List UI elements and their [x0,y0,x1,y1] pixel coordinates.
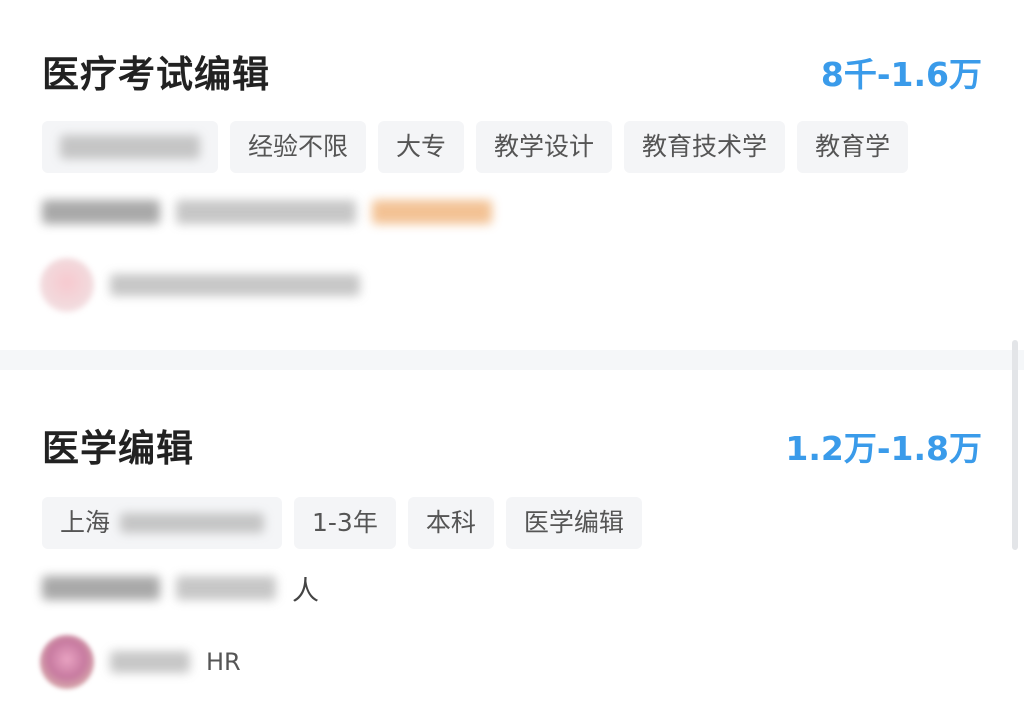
job-card[interactable]: 医疗考试编辑 8千-1.6万 经验不限 大专 教学设计 教育技术学 教育学 [0,0,1010,350]
job-card[interactable]: 医学编辑 1.2万-1.8万 上海 1-3年 本科 医学编辑 人 HR [0,370,1010,718]
job-tag: 经验不限 [230,121,367,173]
recruiter-info [40,258,360,312]
card-divider [0,350,1024,370]
company-size-suffix: 人 [292,575,319,607]
recruiter-avatar [40,258,94,312]
recruiter-avatar [40,635,94,689]
job-tag: 教学设计 [476,121,613,173]
job-tag: 医学编辑 [505,497,642,549]
job-salary: 8千-1.6万 [820,55,982,94]
job-title: 医疗考试编辑 [42,53,270,96]
location-prefix: 上海 [60,508,111,537]
recruiter-info: HR [40,635,241,689]
job-tags: 经验不限 大专 教学设计 教育技术学 教育学 [42,121,909,173]
job-tags: 上海 1-3年 本科 医学编辑 [42,497,642,549]
job-tag: 教育技术学 [624,121,786,173]
job-tag: 1-3年 [294,497,396,549]
job-title: 医学编辑 [42,427,194,470]
job-salary: 1.2万-1.8万 [785,429,982,468]
location-tag-blurred [42,121,218,173]
job-tag: 大专 [378,121,465,173]
location-tag: 上海 [42,497,282,549]
company-info-blurred [42,192,492,232]
job-tag: 教育学 [797,121,909,173]
company-info: 人 [42,568,319,608]
recruiter-role: HR [206,648,241,676]
job-tag: 本科 [407,497,494,549]
scrollbar-thumb[interactable] [1012,340,1018,550]
